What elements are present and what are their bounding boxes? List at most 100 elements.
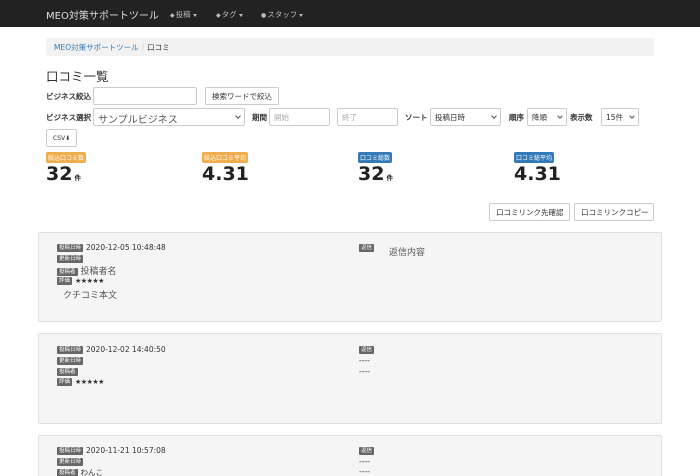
review-rating-row: 評価 ★★★★★ xyxy=(57,276,104,285)
nav-staff-label: スタッフ xyxy=(267,10,298,19)
stat-total-avg-value: 4.31 xyxy=(514,163,561,185)
business-select-label: ビジネス選択 xyxy=(46,113,91,122)
business-select-value: サンプルビジネス xyxy=(98,115,178,126)
csv-download-button[interactable]: CSV⬇ xyxy=(46,129,77,147)
nav-posts-dropdown[interactable]: ◆投稿 xyxy=(170,9,197,20)
review-card: 投稿日時 2020-11-21 10:57:08 更新日時 投稿者 わんこ 返信 -… xyxy=(38,435,662,476)
stat-filtered-count-value: 32 xyxy=(46,163,73,185)
stat-total-avg: 4.31 xyxy=(514,163,561,185)
star-rating-icon: ★★★★★ xyxy=(75,277,104,285)
stat-label-filtered-avg: 絞込口コミ平均 xyxy=(202,152,249,163)
sort-select-value: 投稿日時 xyxy=(435,113,465,122)
business-filter-label: ビジネス絞込 xyxy=(46,92,91,101)
review-link-confirm-button[interactable]: 口コミリンク先確認 xyxy=(489,203,570,221)
review-rating-row: 評価 ★★★★★ xyxy=(57,377,104,386)
poster-tag: 投稿者 xyxy=(57,368,78,376)
review-posted-at: 2020-12-02 14:40:50 xyxy=(86,345,166,354)
nav-posts-label: 投稿 xyxy=(175,10,191,19)
chevron-down-icon xyxy=(491,113,497,119)
updated-at-tag: 更新日時 xyxy=(57,255,84,263)
period-end-input[interactable] xyxy=(337,108,398,126)
review-poster-row: 投稿者 xyxy=(57,367,81,376)
nav-tags-dropdown[interactable]: ◆タグ xyxy=(216,9,243,20)
count-select-value: 15件 xyxy=(606,113,624,122)
review-reply-tag-row: 返信 xyxy=(359,243,377,252)
breadcrumb: MEO対策サポートツール / 口コミ xyxy=(46,38,654,56)
csv-button-label: CSV xyxy=(53,135,66,142)
nav-tags-label: タグ xyxy=(221,10,237,19)
business-select[interactable]: サンプルビジネス xyxy=(93,108,245,126)
stat-label-filtered-count: 絞込口コミ数 xyxy=(46,152,87,163)
review-reply-line: ---- xyxy=(359,467,370,476)
navbar: MEO対策サポートツール ◆投稿 ◆タグ ●スタッフ xyxy=(0,0,700,27)
download-icon: ⬇ xyxy=(65,135,71,142)
chevron-down-icon xyxy=(629,113,635,119)
tags-icon: ◆ xyxy=(216,12,221,19)
review-updated-row: 更新日時 xyxy=(57,356,86,365)
stat-total-count-value: 32 xyxy=(358,163,385,185)
review-updated-row: 更新日時 xyxy=(57,457,86,466)
order-label: 順序 xyxy=(509,113,524,122)
stat-unit: 件 xyxy=(386,174,393,182)
review-reply-line: ---- xyxy=(359,457,370,466)
star-rating-icon: ★★★★★ xyxy=(75,378,104,386)
reply-tag: 返信 xyxy=(359,346,375,354)
review-reply-tag-row: 返信 xyxy=(359,345,377,354)
count-label: 表示数 xyxy=(570,113,593,122)
stat-unit: 件 xyxy=(74,174,81,182)
poster-tag: 投稿者 xyxy=(57,268,78,276)
review-posted-row: 投稿日時 2020-11-21 10:57:08 xyxy=(57,446,166,455)
review-card: 投稿日時 2020-12-05 10:48:48 更新日時 投稿者 投稿者名 評価 ★… xyxy=(38,232,662,322)
review-card: 投稿日時 2020-12-02 14:40:50 更新日時 投稿者 評価 ★★★★★… xyxy=(38,333,662,424)
review-updated-row: 更新日時 xyxy=(57,254,86,263)
review-poster: わんこ xyxy=(80,468,104,476)
chevron-down-icon xyxy=(557,113,563,119)
updated-at-tag: 更新日時 xyxy=(57,458,84,466)
stat-label-total-count: 口コミ総数 xyxy=(358,152,393,163)
posted-at-tag: 投稿日時 xyxy=(57,244,84,252)
page-title: 口コミ一覧 xyxy=(46,69,109,84)
navbar-brand[interactable]: MEO対策サポートツール xyxy=(46,7,159,22)
order-select[interactable]: 降順 xyxy=(527,108,567,126)
review-posted-row: 投稿日時 2020-12-02 14:40:50 xyxy=(57,345,166,354)
review-posted-row: 投稿日時 2020-12-05 10:48:48 xyxy=(57,243,166,252)
caret-down-icon xyxy=(299,13,304,17)
tag-icon: ◆ xyxy=(170,12,175,19)
breadcrumb-separator: / xyxy=(141,43,145,52)
business-filter-input[interactable] xyxy=(93,87,197,105)
user-icon: ● xyxy=(261,12,267,19)
posted-at-tag: 投稿日時 xyxy=(57,346,84,354)
count-select[interactable]: 15件 xyxy=(601,108,639,126)
caret-down-icon xyxy=(192,13,197,17)
stat-filtered-avg: 4.31 xyxy=(202,163,249,185)
sort-select[interactable]: 投稿日時 xyxy=(430,108,501,126)
review-link-copy-button[interactable]: 口コミリンクコピー xyxy=(574,203,654,221)
rating-tag: 評価 xyxy=(57,378,73,386)
stat-filtered-avg-value: 4.31 xyxy=(202,163,249,185)
order-select-value: 降順 xyxy=(532,113,547,122)
sort-label: ソート xyxy=(405,113,428,122)
reply-tag: 返信 xyxy=(359,447,375,455)
stat-label-total-avg: 口コミ総平均 xyxy=(514,152,555,163)
updated-at-tag: 更新日時 xyxy=(57,357,84,365)
review-reply-line: ---- xyxy=(359,367,370,376)
poster-tag: 投稿者 xyxy=(57,469,78,476)
review-posted-at: 2020-11-21 10:57:08 xyxy=(86,446,166,455)
review-body: クチコミ本文 xyxy=(63,291,118,301)
stat-total-count: 32 件 xyxy=(358,163,393,185)
breadcrumb-home-link[interactable]: MEO対策サポートツール xyxy=(54,43,139,52)
chevron-down-icon xyxy=(235,113,241,119)
posted-at-tag: 投稿日時 xyxy=(57,447,84,455)
review-reply: 返信内容 xyxy=(389,248,426,258)
period-start-input[interactable] xyxy=(269,108,330,126)
review-reply-tag-row: 返信 xyxy=(359,446,377,455)
nav-staff-dropdown[interactable]: ●スタッフ xyxy=(261,9,304,20)
review-posted-at: 2020-12-05 10:48:48 xyxy=(86,243,166,252)
reply-tag: 返信 xyxy=(359,244,375,252)
rating-tag: 評価 xyxy=(57,277,73,285)
review-reply-line: ---- xyxy=(359,356,370,365)
stat-filtered-count: 32 件 xyxy=(46,163,81,185)
period-label: 期間 xyxy=(252,113,267,122)
breadcrumb-current: 口コミ xyxy=(147,43,170,52)
search-keyword-button[interactable]: 検索ワードで絞込 xyxy=(205,87,279,105)
